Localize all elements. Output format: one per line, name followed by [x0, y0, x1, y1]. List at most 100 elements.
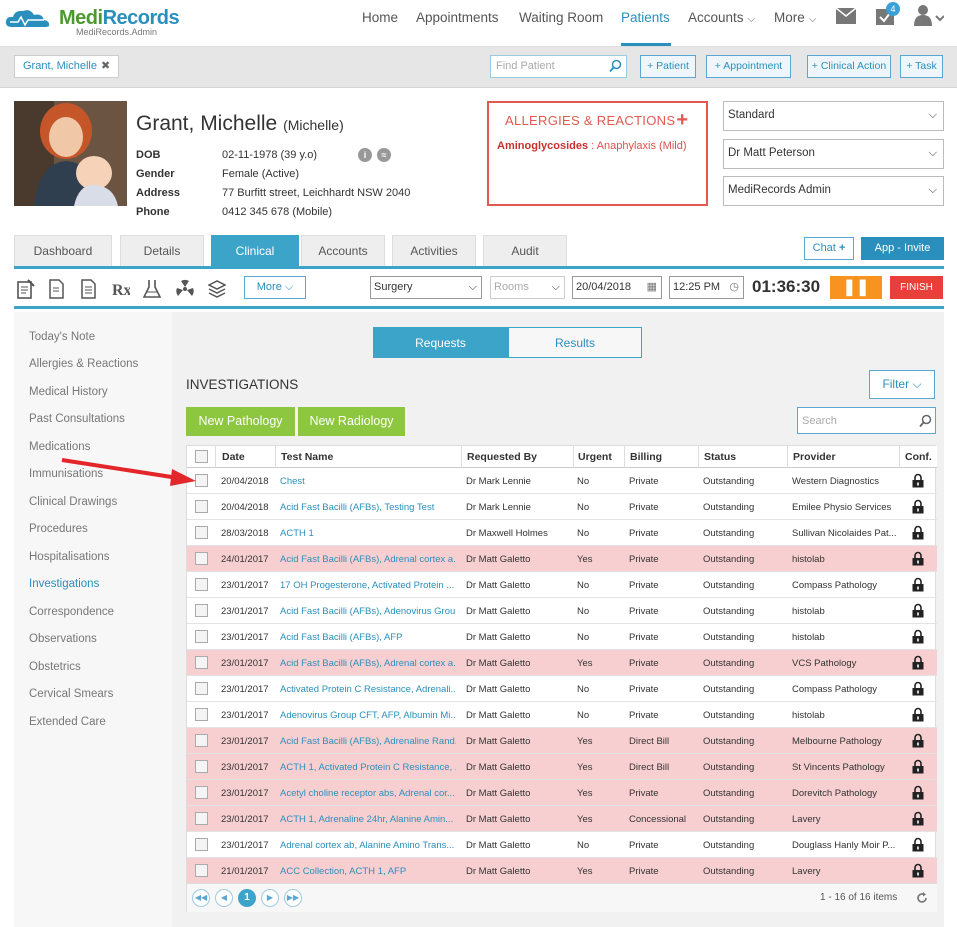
next-page-button[interactable]: ▶	[261, 889, 279, 907]
lock-icon[interactable]	[912, 603, 924, 618]
table-row[interactable]: 23/01/2017 Acid Fast Bacilli (AFBs), Adre…	[187, 650, 937, 676]
cell-test[interactable]: Acid Fast Bacilli (AFBs), Adrenal cortex…	[280, 554, 456, 565]
table-row[interactable]: 23/01/2017 ACTH 1, Activated Protein C Re…	[187, 754, 937, 780]
pause-button[interactable]: ❚❚	[830, 276, 882, 299]
add-patient-button[interactable]: + Patient	[640, 55, 696, 78]
column-header-date[interactable]: Date	[222, 451, 245, 463]
add-clinical-action-button[interactable]: + Clinical Action	[807, 55, 891, 78]
close-icon[interactable]: ✖	[101, 60, 110, 72]
find-patient-input[interactable]: Find Patient	[490, 55, 627, 78]
nav-appointments[interactable]: Appointments	[416, 10, 499, 25]
column-header-provider[interactable]: Provider	[793, 451, 836, 463]
table-row[interactable]: 28/03/2018 ACTH 1 Dr Maxwell Holmes No Priva…	[187, 520, 937, 546]
row-checkbox[interactable]	[195, 500, 208, 513]
row-checkbox[interactable]	[195, 630, 208, 643]
lock-icon[interactable]	[912, 785, 924, 800]
mail-icon[interactable]	[836, 8, 856, 24]
tab-audit[interactable]: Audit	[483, 235, 567, 267]
row-checkbox[interactable]	[195, 760, 208, 773]
row-checkbox[interactable]	[195, 786, 208, 799]
table-row[interactable]: 21/01/2017 ACC Collection, ACTH 1, AFP Dr …	[187, 858, 937, 884]
sidebar-item-investigations[interactable]: Investigations	[29, 578, 99, 590]
tab-activities[interactable]: Activities	[392, 235, 476, 267]
tab-clinical[interactable]: Clinical	[211, 235, 299, 267]
add-appointment-button[interactable]: + Appointment	[706, 55, 791, 78]
organisation-select[interactable]: MediRecords Admin ⌵	[723, 176, 944, 206]
sidebar-item-todays-note[interactable]: Today's Note	[29, 331, 95, 343]
cell-test[interactable]: Acetyl choline receptor abs, Adrenal cor…	[280, 788, 456, 799]
sidebar-item-past-consultations[interactable]: Past Consultations	[29, 413, 125, 425]
cell-test[interactable]: ACTH 1	[280, 528, 456, 539]
cell-test[interactable]: Acid Fast Bacilli (AFBs), Testing Test	[280, 502, 456, 513]
table-row[interactable]: 23/01/2017 17 OH Progesterone, Activated …	[187, 572, 937, 598]
refresh-icon[interactable]	[916, 892, 928, 904]
search-icon[interactable]	[919, 414, 932, 428]
nav-more[interactable]: More ⌵	[774, 10, 816, 25]
lock-icon[interactable]	[912, 733, 924, 748]
nav-patients[interactable]: Patients	[621, 10, 670, 25]
table-row[interactable]: 23/01/2017 Acid Fast Bacilli (AFBs), Adre…	[187, 728, 937, 754]
doctor-select[interactable]: Dr Matt Peterson ⌵	[723, 139, 944, 169]
add-task-button[interactable]: + Task	[900, 55, 943, 78]
chat-button[interactable]: Chat +	[804, 237, 854, 260]
column-header-billing[interactable]: Billing	[630, 451, 662, 463]
sidebar-item-cervical-smears[interactable]: Cervical Smears	[29, 688, 113, 700]
new-pathology-button[interactable]: New Pathology	[186, 407, 295, 436]
search-input[interactable]: Search	[797, 407, 936, 434]
sidebar-item-procedures[interactable]: Procedures	[29, 523, 88, 535]
rooms-select[interactable]: Rooms ⌵	[490, 276, 565, 299]
cell-test[interactable]: Adrenal cortex ab, Alanine Amino Trans..…	[280, 840, 456, 851]
sidebar-item-clinical-drawings[interactable]: Clinical Drawings	[29, 496, 117, 508]
lock-icon[interactable]	[912, 863, 924, 878]
lock-icon[interactable]	[912, 473, 924, 488]
sidebar-item-allergies[interactable]: Allergies & Reactions	[29, 358, 138, 370]
tab-details[interactable]: Details	[120, 235, 204, 267]
results-toggle[interactable]: Results	[508, 327, 642, 358]
first-page-button[interactable]: ◀◀	[192, 889, 210, 907]
calendar-icon[interactable]: ▦	[647, 280, 657, 293]
sidebar-item-correspondence[interactable]: Correspondence	[29, 606, 114, 618]
cell-test[interactable]: Chest	[280, 476, 456, 487]
row-checkbox[interactable]	[195, 838, 208, 851]
tab-dashboard[interactable]: Dashboard	[14, 235, 112, 267]
time-picker[interactable]: 12:25 PM ◷	[669, 276, 744, 299]
cell-test[interactable]: 17 OH Progesterone, Activated Protein ..…	[280, 580, 456, 591]
date-picker[interactable]: 20/04/2018 ▦	[572, 276, 662, 299]
row-checkbox[interactable]	[195, 864, 208, 877]
lock-icon[interactable]	[912, 759, 924, 774]
table-row[interactable]: 23/01/2017 Acid Fast Bacilli (AFBs), AFP D…	[187, 624, 937, 650]
table-row[interactable]: 20/04/2018 Acid Fast Bacilli (AFBs), Test…	[187, 494, 937, 520]
column-header-conf[interactable]: Conf.	[905, 451, 932, 463]
radiology-icon[interactable]	[176, 279, 194, 299]
lock-icon[interactable]	[912, 655, 924, 670]
lock-icon[interactable]	[912, 837, 924, 852]
layers-icon[interactable]	[208, 279, 226, 299]
column-header-test-name[interactable]: Test Name	[281, 451, 333, 463]
search-icon[interactable]	[609, 59, 622, 73]
lock-icon[interactable]	[912, 629, 924, 644]
clock-icon[interactable]: ◷	[729, 280, 739, 293]
cell-test[interactable]: Adenovirus Group CFT, AFP, Albumin Mi...	[280, 710, 456, 721]
finish-button[interactable]: FINISH	[890, 276, 943, 299]
cell-test[interactable]: ACTH 1, Activated Protein C Resistance, …	[280, 762, 456, 773]
column-header-urgent[interactable]: Urgent	[578, 451, 612, 463]
location-select[interactable]: Surgery ⌵	[370, 276, 482, 299]
column-header-status[interactable]: Status	[704, 451, 736, 463]
table-row[interactable]: 23/01/2017 Activated Protein C Resistance…	[187, 676, 937, 702]
table-row[interactable]: 24/01/2017 Acid Fast Bacilli (AFBs), Adre…	[187, 546, 937, 572]
sidebar-item-hospitalisations[interactable]: Hospitalisations	[29, 551, 110, 563]
lock-icon[interactable]	[912, 577, 924, 592]
nav-waiting-room[interactable]: Waiting Room	[519, 10, 603, 25]
last-page-button[interactable]: ▶▶	[284, 889, 302, 907]
row-checkbox[interactable]	[195, 552, 208, 565]
filter-button[interactable]: Filter ⌵	[869, 370, 935, 399]
sidebar-item-medications[interactable]: Medications	[29, 441, 90, 453]
lock-icon[interactable]	[912, 525, 924, 540]
add-allergy-icon[interactable]: +	[676, 109, 688, 132]
app-invite-button[interactable]: App - Invite	[861, 237, 944, 260]
row-checkbox[interactable]	[195, 812, 208, 825]
table-row[interactable]: 23/01/2017 Adenovirus Group CFT, AFP, Alb…	[187, 702, 937, 728]
page-number-button[interactable]: 1	[238, 889, 256, 907]
row-checkbox[interactable]	[195, 708, 208, 721]
lock-icon[interactable]	[912, 707, 924, 722]
